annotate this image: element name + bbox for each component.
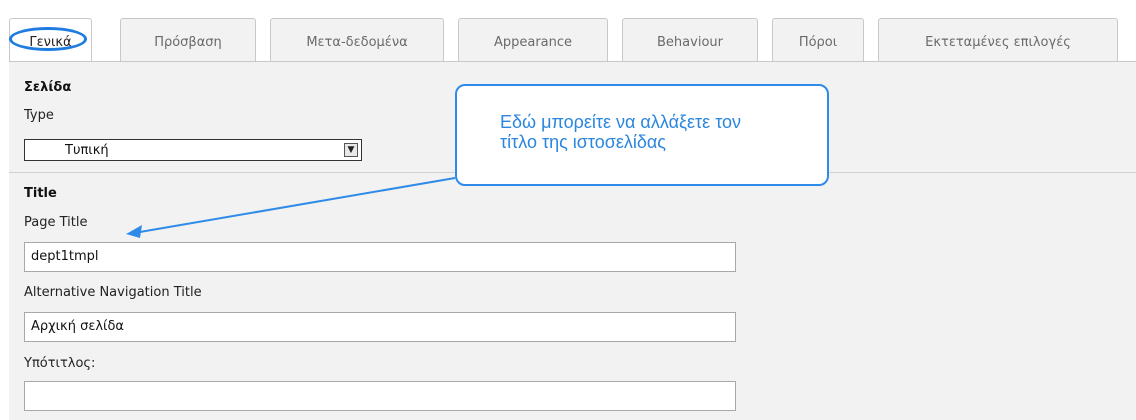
type-select-value: Τυπική	[65, 143, 109, 158]
subtitle-input[interactable]	[24, 381, 736, 411]
tab-bar: Γενικά Πρόσβαση Μετα-δεδομένα Appearance…	[0, 0, 1136, 62]
nav-title-input[interactable]: Αρχική σελίδα	[24, 312, 736, 342]
tab-extended-options[interactable]: Εκτεταμένες επιλογές	[878, 18, 1118, 61]
nav-title-label: Alternative Navigation Title	[24, 285, 202, 300]
chevron-down-icon[interactable]: ▼	[344, 143, 358, 157]
page-section-header: Σελίδα	[24, 80, 72, 95]
callout-line-2: τίτλο της ιστοσελίδας	[500, 132, 666, 152]
tab-access[interactable]: Πρόσβαση	[120, 18, 256, 61]
annotation-callout: Εδώ μπορείτε να αλλάξετε τον τίτλο της ι…	[455, 84, 829, 186]
page-title-label: Page Title	[24, 215, 88, 230]
tab-metadata[interactable]: Μετα-δεδομένα	[270, 18, 444, 61]
page-title-input[interactable]: dept1tmpl	[24, 242, 736, 272]
tab-appearance[interactable]: Appearance	[458, 18, 608, 61]
tab-general[interactable]: Γενικά	[9, 18, 92, 62]
type-label: Type	[24, 108, 54, 123]
callout-text: Εδώ μπορείτε να αλλάξετε τον τίτλο της ι…	[500, 112, 820, 152]
tab-resources[interactable]: Πόροι	[772, 18, 864, 61]
type-select[interactable]: Τυπική ▼	[24, 139, 362, 161]
title-section-header: Title	[24, 186, 57, 201]
tab-behaviour[interactable]: Behaviour	[622, 18, 758, 61]
subtitle-label: Υπότιτλος:	[24, 356, 96, 371]
callout-line-1: Εδώ μπορείτε να αλλάξετε τον	[500, 112, 742, 132]
